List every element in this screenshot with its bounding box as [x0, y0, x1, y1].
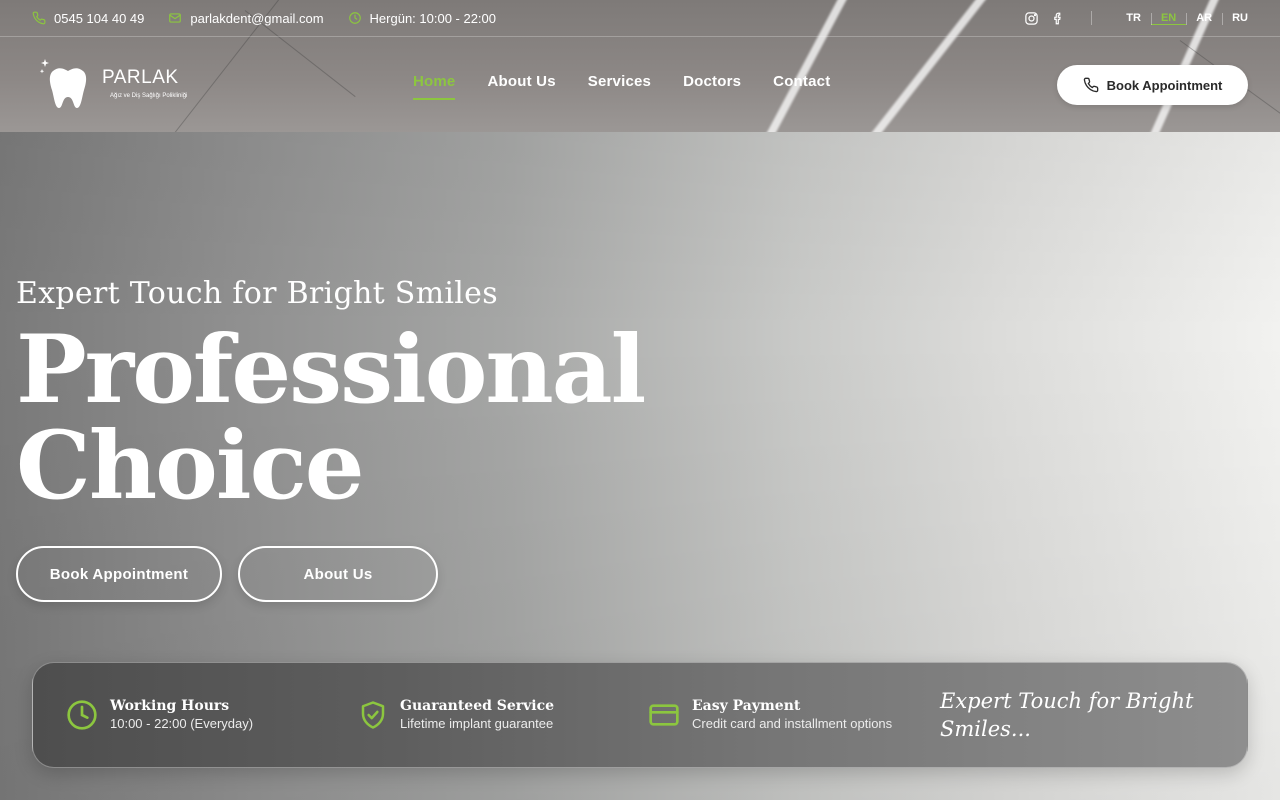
book-appointment-label: Book Appointment — [1106, 77, 1223, 93]
instagram-icon[interactable] — [1024, 11, 1039, 26]
clock-icon — [348, 12, 361, 24]
clock-icon — [67, 700, 97, 730]
shield-check-icon — [361, 701, 385, 729]
phone-icon — [1083, 77, 1098, 93]
lang-tr[interactable]: TR — [1116, 12, 1151, 24]
credit-card-icon — [649, 704, 679, 726]
feature-description: Lifetime implant guarantee — [400, 716, 554, 731]
hero-book-appointment-button[interactable]: Book Appointment — [16, 546, 222, 602]
feature-title: Easy Payment — [692, 698, 801, 714]
divider — [1091, 11, 1093, 25]
phone-contact[interactable]: 0545 104 40 49 — [32, 11, 144, 26]
hero-about-us-button[interactable]: About Us — [238, 546, 438, 602]
hours-text: Hergün: 10:00 - 22:00 — [369, 10, 497, 26]
tooth-logo-icon — [39, 59, 87, 108]
nav-services[interactable]: Services — [588, 73, 651, 100]
feature-description: 10:00 - 22:00 (Everyday) — [110, 716, 254, 731]
feature-title: Working Hours — [110, 698, 230, 714]
feature-working-hours: Working Hours 10:00 - 22:00 (Everyday) — [66, 697, 253, 733]
features-tagline: Expert Touch for Bright Smiles... — [940, 689, 1194, 741]
hero-subtitle: Expert Touch for Bright Smiles — [16, 276, 498, 311]
mail-icon — [169, 13, 182, 23]
hero-title: Professional Choice — [16, 322, 656, 514]
facebook-icon[interactable] — [1051, 11, 1065, 26]
logo[interactable]: PARLAK Ağız ve Diş Sağlığı Polikliniği — [38, 55, 198, 115]
hero-title-line-1: Professional — [16, 315, 646, 425]
feature-easy-payment: Easy Payment Credit card and installment… — [648, 697, 892, 733]
book-appointment-header-button[interactable]: Book Appointment — [1057, 65, 1248, 105]
lang-ru[interactable]: RU — [1222, 12, 1248, 25]
main-header: PARLAK Ağız ve Diş Sağlığı Polikliniği H… — [0, 37, 1280, 132]
top-bar: 0545 104 40 49 parlakdent@gmail.com Herg… — [0, 0, 1280, 37]
lang-ar[interactable]: AR — [1186, 12, 1222, 25]
nav-doctors[interactable]: Doctors — [683, 73, 741, 100]
nav-home[interactable]: Home — [413, 73, 456, 100]
email-contact[interactable]: parlakdent@gmail.com — [168, 10, 324, 26]
brand-tagline: Ağız ve Diş Sağlığı Polikliniği — [110, 93, 188, 99]
phone-icon — [32, 11, 46, 25]
hero-title-line-2: Choice — [16, 411, 365, 521]
feature-guaranteed-service: Guaranteed Service Lifetime implant guar… — [358, 697, 554, 733]
opening-hours: Hergün: 10:00 - 22:00 — [348, 11, 496, 26]
features-strip: Working Hours 10:00 - 22:00 (Everyday) G… — [32, 662, 1248, 768]
brand-name: PARLAK — [102, 67, 179, 88]
phone-number: 0545 104 40 49 — [54, 10, 145, 26]
lang-en[interactable]: EN — [1150, 12, 1187, 25]
language-switcher: TR EN AR RU — [1116, 12, 1248, 25]
social-links — [1024, 11, 1065, 26]
main-nav: Home About Us Services Doctors Contact — [413, 73, 830, 100]
email-address: parlakdent@gmail.com — [190, 10, 324, 26]
nav-about[interactable]: About Us — [487, 73, 555, 100]
feature-title: Guaranteed Service — [400, 698, 555, 714]
feature-description: Credit card and installment options — [692, 716, 893, 731]
nav-contact[interactable]: Contact — [773, 73, 830, 100]
